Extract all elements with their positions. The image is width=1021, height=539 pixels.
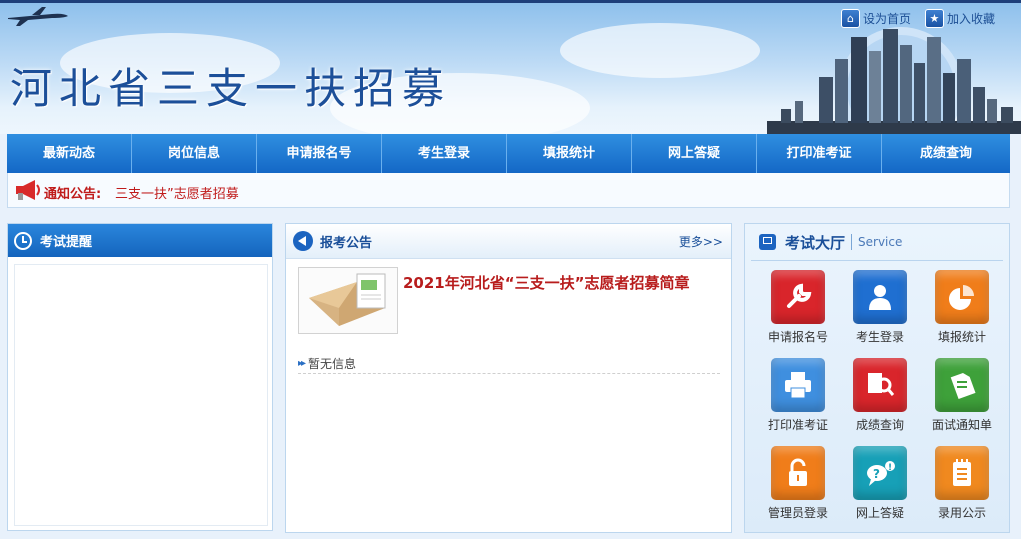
megaphone-icon (16, 180, 40, 200)
lock-icon (771, 446, 825, 500)
tile-admin-login[interactable]: 管理员登录 (757, 446, 839, 521)
svg-text:!: ! (888, 463, 892, 473)
document-icon (935, 358, 989, 412)
nav-score-query[interactable]: 成绩查询 (882, 134, 1010, 173)
nav-print-admission-ticket[interactable]: 打印准考证 (757, 134, 882, 173)
notice-label: 通知公告: (44, 187, 102, 202)
tile-label: 成绩查询 (855, 418, 904, 432)
nav-apply-registration-number[interactable]: 申请报名号 (257, 134, 382, 173)
service-tiles: 申请报名号 考生登录 填报统计 打印准考证 成绩查询 面试通知单 管理员登录 ?… (757, 270, 1003, 521)
exam-reminder-header: 考试提醒 (8, 224, 272, 257)
city-skyline-image (767, 27, 1021, 134)
tile-label: 面试通知单 (931, 418, 992, 432)
tile-label: 打印准考证 (767, 418, 828, 432)
main-nav: 最新动态 岗位信息 申请报名号 考生登录 填报统计 网上答疑 打印准考证 成绩查… (7, 134, 1010, 173)
user-icon (853, 270, 907, 324)
tile-online-qa[interactable]: ?! 网上答疑 (839, 446, 921, 521)
magnifier-icon (853, 358, 907, 412)
cloud (560, 23, 760, 78)
tile-label: 网上答疑 (855, 506, 904, 520)
question-bubble-icon: ?! (853, 446, 907, 500)
no-info-text: 暂无信息 (308, 356, 357, 371)
tile-label: 填报统计 (937, 330, 986, 344)
exam-hall-title: 考试大厅 (785, 233, 846, 252)
notepad-icon (935, 446, 989, 500)
tile-label: 管理员登录 (767, 506, 828, 520)
exam-reminder-panel: 考试提醒 (7, 223, 273, 531)
printer-icon (771, 358, 825, 412)
double-arrow-icon: ▸▸ (298, 357, 306, 369)
tile-interview-notice[interactable]: 面试通知单 (921, 358, 1003, 433)
tile-label: 考生登录 (855, 330, 904, 344)
clock-icon (14, 231, 32, 250)
tile-statistics[interactable]: 填报统计 (921, 270, 1003, 345)
exam-hall-subtitle: Service (858, 235, 903, 249)
svg-text:?: ? (873, 467, 880, 481)
nav-statistics[interactable]: 填报统计 (507, 134, 632, 173)
announcement-panel: 报考公告 更多>> 2021年河北省“三支一扶”志愿者招募简章 ▸▸ 暂无信息 (285, 223, 732, 533)
tile-label: 录用公示 (937, 506, 986, 520)
site-title: 河北省三支一扶招募 (10, 64, 452, 113)
notice-bar: 通知公告: 三支一扶”志愿者招募 (7, 173, 1010, 208)
exam-hall-panel: 考试大厅 Service 申请报名号 考生登录 填报统计 打印准考证 成绩查询 … (744, 223, 1010, 533)
nav-job-info[interactable]: 岗位信息 (132, 134, 257, 173)
exam-hall-header: 考试大厅 Service (751, 224, 1003, 261)
tile-apply-registration-number[interactable]: 申请报名号 (757, 270, 839, 345)
notice-link[interactable]: 三支一扶”志愿者招募 (115, 183, 239, 202)
exam-reminder-body (14, 264, 268, 526)
pie-chart-icon (935, 270, 989, 324)
tile-score-query[interactable]: 成绩查询 (839, 358, 921, 433)
site-header: ⌂ 设为首页 ★ 加入收藏 河北省三支一扶招募 (0, 3, 1021, 134)
tile-employment-publicity[interactable]: 录用公示 (921, 446, 1003, 521)
nav-online-qa[interactable]: 网上答疑 (632, 134, 757, 173)
monitor-icon (759, 234, 776, 250)
tile-print-admission-ticket[interactable]: 打印准考证 (757, 358, 839, 433)
tile-label: 申请报名号 (767, 330, 828, 344)
exam-reminder-title: 考试提醒 (40, 235, 93, 250)
nav-candidate-login[interactable]: 考生登录 (382, 134, 507, 173)
no-info-item: ▸▸ 暂无信息 (298, 353, 720, 374)
announcement-header: 报考公告 更多>> (286, 224, 731, 259)
wrench-icon (771, 270, 825, 324)
more-link[interactable]: 更多>> (679, 233, 723, 250)
tile-candidate-login[interactable]: 考生登录 (839, 270, 921, 345)
announcement-headline[interactable]: 2021年河北省“三支一扶”志愿者招募简章 (403, 272, 689, 293)
envelope-thumbnail-image[interactable] (298, 267, 398, 334)
airplane-icon (8, 7, 68, 26)
announcement-title: 报考公告 (320, 235, 373, 251)
divider (851, 234, 853, 250)
nav-latest-news[interactable]: 最新动态 (7, 134, 132, 173)
speaker-icon (293, 231, 313, 251)
